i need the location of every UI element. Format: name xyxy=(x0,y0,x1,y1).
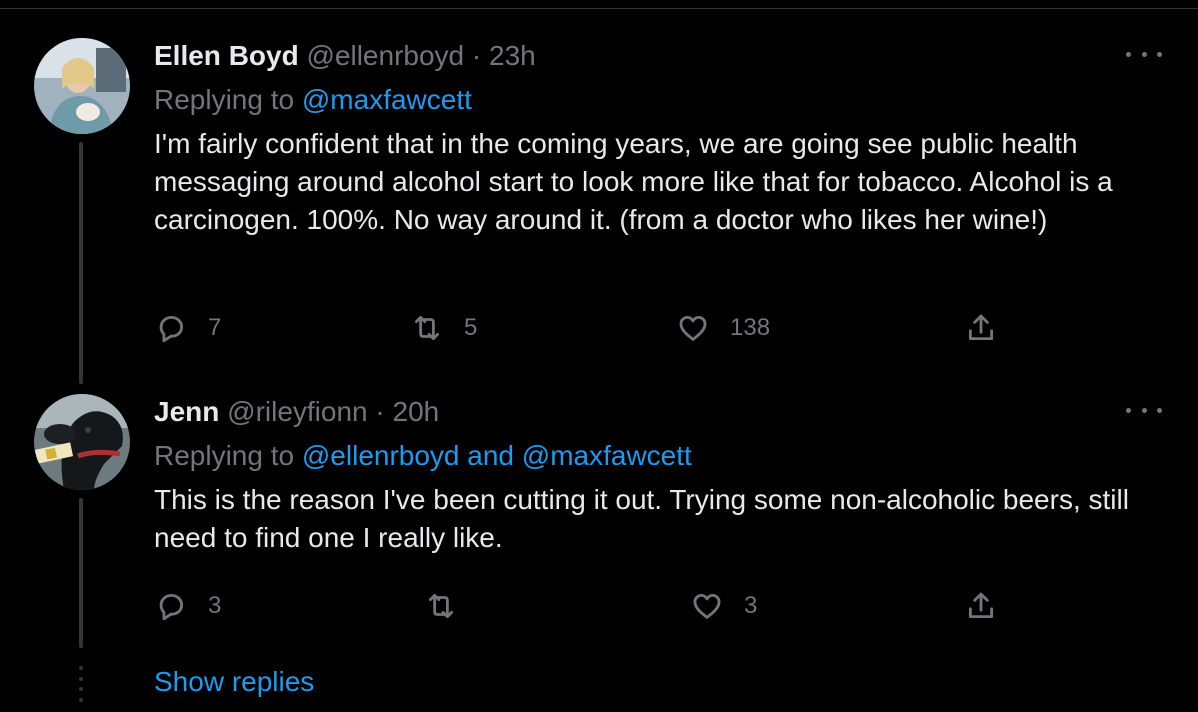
thread-dotted-line xyxy=(79,666,83,702)
retweet-button[interactable] xyxy=(424,586,458,626)
replying-prefix: Replying to xyxy=(154,84,302,115)
reply-icon xyxy=(159,315,184,343)
show-replies-link[interactable]: Show replies xyxy=(154,664,314,700)
share-icon xyxy=(968,592,994,619)
tweet-actions: 3 3 xyxy=(154,586,1014,626)
separator: · xyxy=(471,40,482,71)
share-icon xyxy=(968,314,994,341)
heart-icon xyxy=(693,593,721,619)
thread-line xyxy=(79,142,83,384)
share-button[interactable] xyxy=(964,308,998,348)
display-name[interactable]: Jenn xyxy=(154,396,219,427)
tweet-ellen-boyd[interactable]: Ellen Boyd @ellenrboyd · 23h Replying to… xyxy=(0,38,1198,384)
retweet-icon xyxy=(428,593,454,619)
avatar[interactable] xyxy=(34,38,130,134)
tweet-header: Jenn @rileyfionn · 20h xyxy=(154,394,439,430)
replying-to: Replying to @maxfawcett xyxy=(154,82,472,118)
like-count: 138 xyxy=(730,314,771,341)
tweet-text: This is the reason I've been cutting it … xyxy=(154,484,1129,553)
heart-icon xyxy=(679,315,707,341)
like-button[interactable]: 3 xyxy=(690,586,757,626)
retweet-count: 5 xyxy=(464,314,478,341)
tweet-jenn[interactable]: Jenn @rileyfionn · 20h Replying to @elle… xyxy=(0,394,1198,650)
reply-count: 7 xyxy=(208,314,222,341)
avatar-image xyxy=(34,38,130,134)
tweet-actions: 7 5 138 xyxy=(154,308,1014,348)
reply-button[interactable]: 3 xyxy=(154,586,221,626)
retweet-icon xyxy=(414,315,440,341)
top-divider xyxy=(0,8,1198,9)
reply-button[interactable]: 7 xyxy=(154,308,221,348)
tweet-text: I'm fairly confident that in the coming … xyxy=(154,128,1113,235)
replying-to-link[interactable]: @maxfawcett xyxy=(302,84,472,115)
retweet-button[interactable]: 5 xyxy=(410,308,477,348)
share-button[interactable] xyxy=(964,586,998,626)
replying-to: Replying to @ellenrboyd and @maxfawcett xyxy=(154,438,692,474)
timestamp[interactable]: 23h xyxy=(489,40,536,71)
tweet-header: Ellen Boyd @ellenrboyd · 23h xyxy=(154,38,536,74)
reply-count: 3 xyxy=(208,592,222,619)
avatar-image xyxy=(34,394,130,490)
user-handle[interactable]: @rileyfionn xyxy=(227,396,367,427)
replying-prefix: Replying to xyxy=(154,440,302,471)
reply-icon xyxy=(159,593,184,621)
like-count: 3 xyxy=(744,592,758,619)
more-icon[interactable] xyxy=(1126,44,1162,64)
display-name[interactable]: Ellen Boyd xyxy=(154,40,299,71)
timestamp[interactable]: 20h xyxy=(393,396,440,427)
replying-to-link[interactable]: @ellenrboyd and @maxfawcett xyxy=(302,440,692,471)
avatar[interactable] xyxy=(34,394,130,490)
like-button[interactable]: 138 xyxy=(676,308,770,348)
thread-line xyxy=(79,498,83,648)
user-handle[interactable]: @ellenrboyd xyxy=(306,40,464,71)
more-icon[interactable] xyxy=(1126,400,1162,420)
separator: · xyxy=(375,396,385,427)
